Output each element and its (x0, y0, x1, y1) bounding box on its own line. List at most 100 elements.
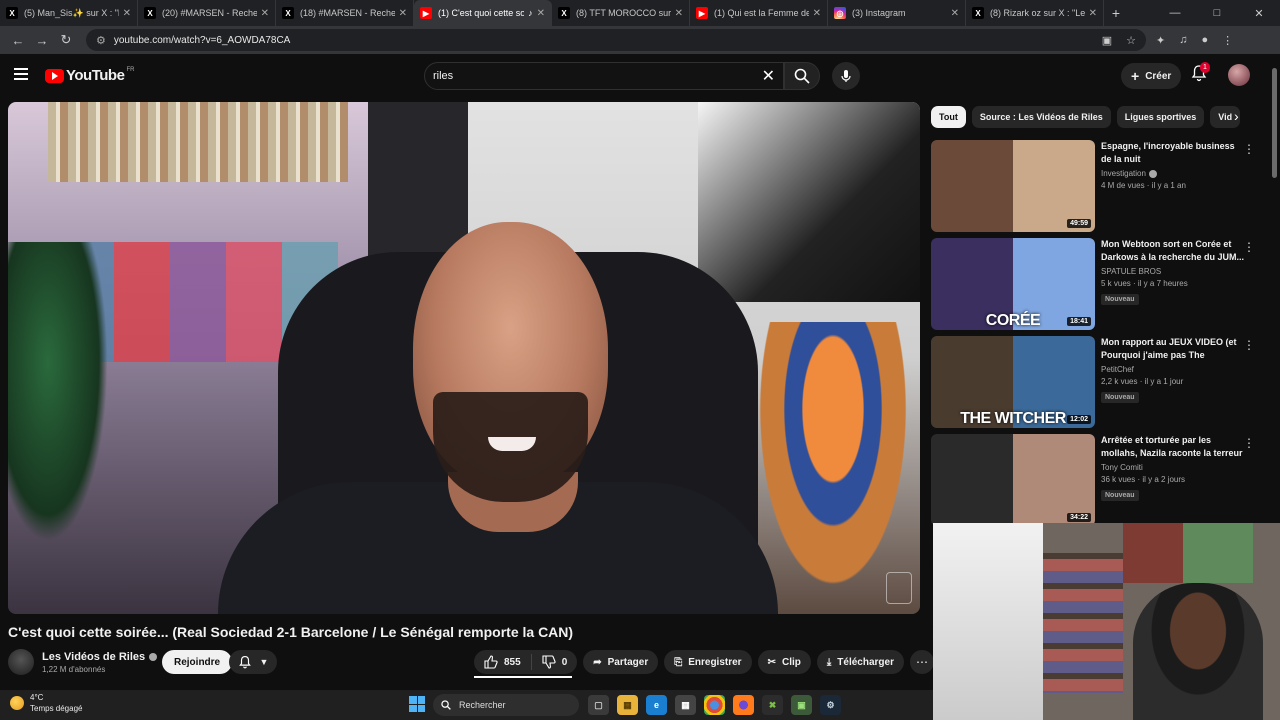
new-badge: Nouveau (1101, 392, 1139, 403)
close-tab-icon[interactable]: ✕ (1089, 8, 1097, 19)
store-icon[interactable]: ▦ (675, 695, 696, 715)
reload-icon[interactable]: ↻ (54, 32, 78, 48)
rec-title[interactable]: Mon rapport au JEUX VIDEO (et Pourquoi j… (1101, 336, 1245, 362)
video-thumbnail[interactable]: CORÉE 18:41 (931, 238, 1095, 330)
site-info-icon[interactable]: ⚙ (96, 34, 106, 47)
forward-icon[interactable]: → (30, 33, 54, 48)
voice-search-button[interactable] (832, 62, 860, 90)
extensions-icon[interactable]: ✦ (1156, 34, 1165, 47)
save-button[interactable]: ⎘ Enregistrer (664, 650, 752, 674)
browser-tab[interactable]: X (20) #MARSEN - Recherche ✕ (138, 0, 276, 26)
video-duration: 49:59 (1067, 219, 1091, 228)
close-tab-icon[interactable]: ✕ (537, 8, 545, 19)
clip-button[interactable]: ✂ Clip (757, 650, 811, 674)
notifications-button[interactable]: 1 (1190, 62, 1212, 86)
filter-chip[interactable]: Source : Les Vidéos de Riles (971, 106, 1111, 128)
weather-widget[interactable]: 4°C Temps dégagé (10, 692, 82, 714)
xbox-icon[interactable]: ✖ (762, 695, 783, 715)
bookmark-star-icon[interactable]: ☆ (1126, 34, 1136, 47)
video-thumbnail[interactable]: 34:22 (931, 434, 1095, 526)
download-button[interactable]: ⤓ Télécharger (816, 650, 904, 674)
account-avatar[interactable] (1228, 64, 1250, 86)
rec-channel[interactable]: Investigation (1101, 169, 1146, 178)
video-frame-poster (698, 102, 920, 302)
browser-tab[interactable]: X (8) Rizark oz sur X : "Le S ✕ (966, 0, 1104, 26)
browser-tab[interactable]: X (5) Man_Sis✨ sur X : "L'ai ✕ (0, 0, 138, 26)
browser-tab[interactable]: ▶ (1) C'est quoi cette soi ♪ ✕ (414, 0, 552, 26)
hamburger-menu-icon[interactable] (14, 68, 28, 80)
search-button[interactable] (784, 62, 820, 90)
url-field[interactable]: ⚙ youtube.com/watch?v=6_AOWDA78CA ▣ ☆ (86, 29, 1146, 51)
channel-watermark-icon[interactable] (886, 572, 912, 604)
more-options-icon[interactable]: ⋮ (1243, 338, 1255, 352)
logo-region: FR (126, 67, 135, 73)
join-button[interactable]: Rejoindre (162, 650, 233, 674)
task-view-icon[interactable]: ▢ (588, 695, 609, 715)
more-actions-icon[interactable]: ⋯ (909, 650, 934, 674)
discord-icon[interactable]: ▣ (791, 695, 812, 715)
rec-channel[interactable]: PetitChef (1101, 365, 1134, 374)
rec-channel[interactable]: SPATULE BROS (1101, 267, 1161, 276)
recommended-video[interactable]: 34:22 Arrêtée et torturée par les mollahs… (931, 434, 1261, 532)
download-label: Télécharger (837, 656, 894, 668)
video-thumbnail[interactable]: THE WITCHER 12:02 (931, 336, 1095, 428)
search-input[interactable]: riles ✕ (424, 62, 784, 90)
rec-title[interactable]: Mon Webtoon sort en Corée et Darkows à l… (1101, 238, 1245, 264)
new-tab-icon[interactable]: + (1104, 5, 1128, 21)
recommended-video[interactable]: THE WITCHER 12:02 Mon rapport au JEUX VIDE… (931, 336, 1261, 434)
taskbar-search[interactable]: Rechercher (433, 694, 579, 716)
close-tab-icon[interactable]: ✕ (261, 8, 269, 19)
browser-tab[interactable]: X (18) #MARSEN - Recherche ✕ (276, 0, 414, 26)
install-app-icon[interactable]: ▣ (1102, 34, 1112, 47)
video-thumbnail[interactable]: 49:59 (931, 140, 1095, 232)
window-controls: — □ ✕ (1154, 0, 1280, 26)
youtube-logo[interactable]: YouTube FR (45, 67, 134, 84)
close-tab-icon[interactable]: ✕ (399, 8, 407, 19)
more-options-icon[interactable]: ⋮ (1243, 240, 1255, 254)
recommended-video[interactable]: 49:59 Espagne, l'incroyable business de l… (931, 140, 1261, 238)
dislike-button[interactable]: 0 (532, 650, 578, 674)
channel-name[interactable]: Les Vidéos de Riles (42, 651, 145, 663)
close-tab-icon[interactable]: ✕ (675, 8, 683, 19)
channel-avatar[interactable] (8, 649, 34, 675)
chevron-right-icon[interactable]: › (1234, 108, 1239, 124)
steam-icon[interactable]: ⚙ (820, 695, 841, 715)
profile-icon[interactable]: ● (1201, 34, 1208, 47)
firefox-icon[interactable] (733, 695, 754, 715)
chrome-icon[interactable] (704, 695, 725, 715)
like-button[interactable]: 855 (474, 650, 531, 674)
browser-tab-bar: X (5) Man_Sis✨ sur X : "L'ai ✕ X (20) #MARSE… (0, 0, 1280, 26)
file-explorer-icon[interactable]: ▦ (617, 695, 638, 715)
rec-title[interactable]: Arrêtée et torturée par les mollahs, Naz… (1101, 434, 1245, 460)
taskbar-search-label: Rechercher (459, 700, 506, 710)
thumbs-down-icon (542, 655, 556, 669)
close-tab-icon[interactable]: ✕ (813, 8, 821, 19)
close-tab-icon[interactable]: ✕ (951, 8, 959, 19)
share-button[interactable]: ➦ Partager (583, 650, 659, 674)
subscription-bell-button[interactable]: ▼ (229, 650, 277, 674)
browser-tab[interactable]: ▶ (1) Qui est la Femme de S ✕ (690, 0, 828, 26)
media-control-icon[interactable]: ♫ (1179, 34, 1187, 47)
clear-search-icon[interactable]: ✕ (762, 66, 775, 86)
close-window-icon[interactable]: ✕ (1238, 7, 1280, 20)
filter-chip[interactable]: Ligues sportives (1116, 106, 1205, 128)
minimize-icon[interactable]: — (1154, 7, 1196, 19)
back-icon[interactable]: ← (6, 33, 30, 48)
more-options-icon[interactable]: ⋮ (1243, 436, 1255, 450)
browser-tab[interactable]: X (8) TFT MOROCCO sur X ✕ (552, 0, 690, 26)
close-tab-icon[interactable]: ✕ (123, 8, 131, 19)
video-player[interactable] (8, 102, 920, 614)
rec-channel[interactable]: Tony Comiti (1101, 463, 1143, 472)
create-button[interactable]: + Créer (1121, 63, 1182, 89)
edge-icon[interactable]: e (646, 695, 667, 715)
windows-start-icon[interactable] (409, 696, 425, 712)
more-options-icon[interactable]: ⋮ (1243, 142, 1255, 156)
browser-menu-icon[interactable]: ⋮ (1222, 34, 1233, 47)
filter-chip[interactable]: Tout (931, 106, 966, 128)
recommended-video[interactable]: CORÉE 18:41 Mon Webtoon sort en Corée et D… (931, 238, 1261, 336)
page-scrollbar[interactable] (1271, 60, 1278, 520)
audio-playing-icon[interactable]: ♪ (528, 8, 533, 18)
browser-tab[interactable]: ◎ (3) Instagram ✕ (828, 0, 966, 26)
rec-title[interactable]: Espagne, l'incroyable business de la nui… (1101, 140, 1245, 166)
maximize-icon[interactable]: □ (1196, 7, 1238, 19)
